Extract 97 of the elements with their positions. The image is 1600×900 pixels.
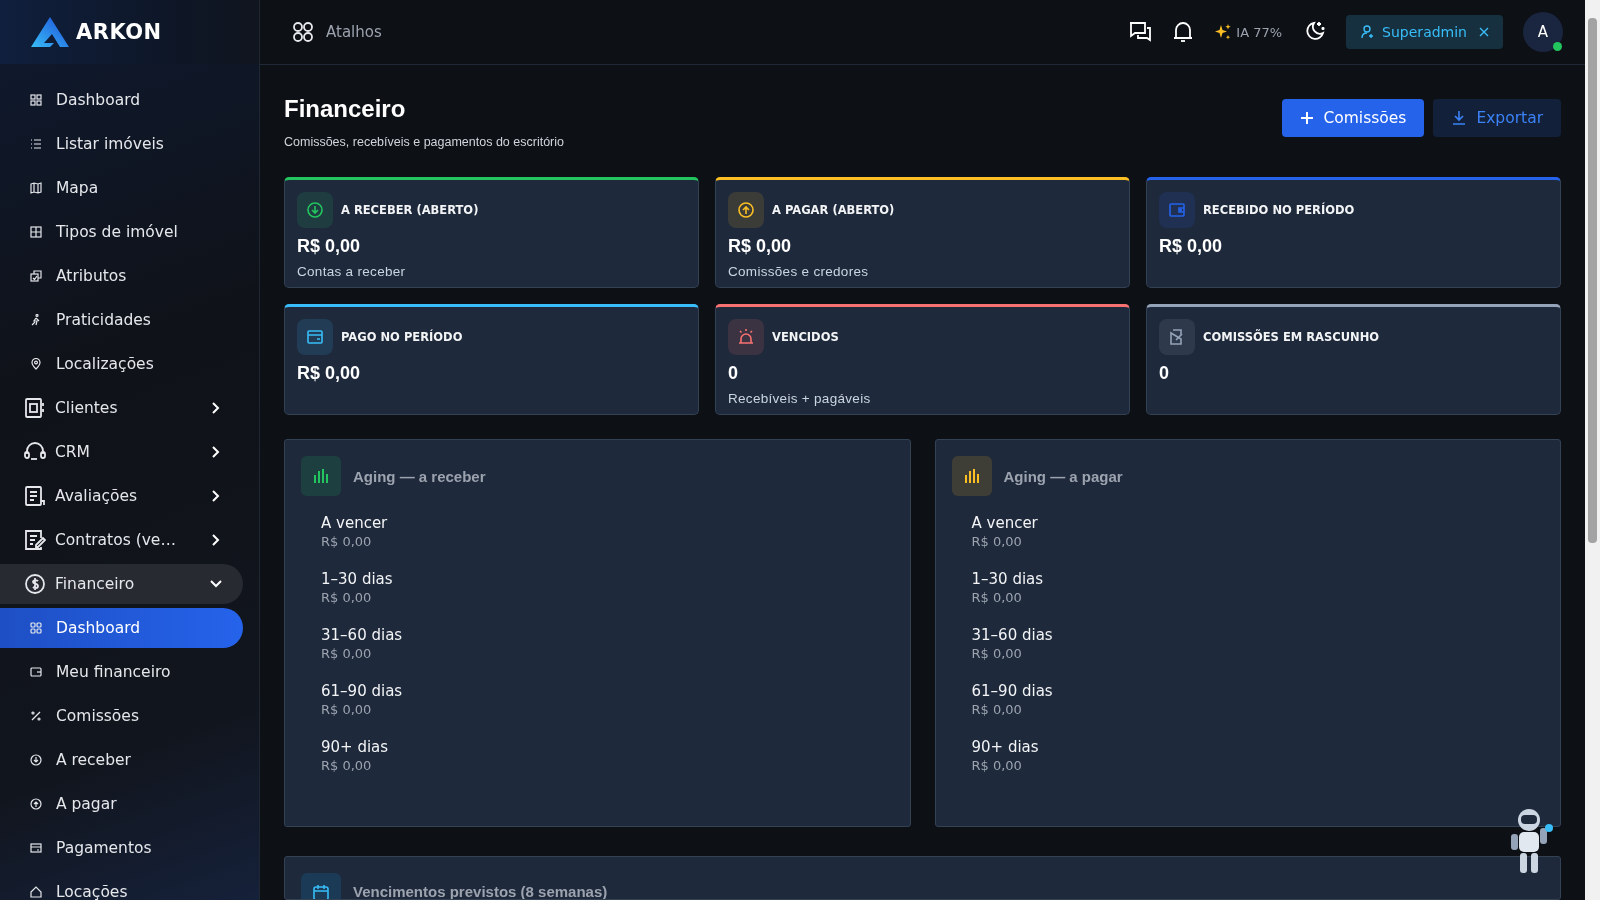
nav-item[interactable]: Localizações [0,344,243,384]
menu-item-icon [30,270,42,282]
card-icon [297,319,333,355]
menu-item-icon [30,842,42,854]
nav-item[interactable]: A receber [0,740,243,780]
nav-item[interactable]: Pagamentos [0,828,243,868]
metric-caption: Recebíveis + pagáveis [728,391,872,406]
menu-item-icon [30,754,42,766]
wallet-icon [1159,192,1195,228]
nav-item[interactable]: Comissões [0,696,243,736]
menu-item-icon [30,226,42,238]
nav-item[interactable]: Dashboard [0,80,243,120]
plus-icon [1300,111,1315,125]
menu-item-icon [24,573,46,595]
aging-amount: R$ 0,00 [321,590,373,605]
aging-amount: R$ 0,00 [971,646,1023,661]
metric-caption: Comissões e credores [728,264,870,279]
aging-amount: R$ 0,00 [321,702,373,717]
shortcuts-button[interactable]: Atalhos [292,21,382,43]
aging-label: 90+ dias [971,738,1040,756]
page-subtitle: Comissões, recebíveis e pagamentos do escritório [284,135,564,149]
nav-item[interactable]: A pagar [0,784,243,824]
metric-value: R$ 0,00 [297,363,362,384]
nav-item[interactable]: Clientes [0,388,243,428]
chat-icon[interactable] [1128,20,1153,44]
metric-title: PAGO NO PERÍODO [341,330,463,344]
aging-label: 1–30 dias [321,570,394,588]
avatar[interactable]: A [1523,12,1563,52]
metric-value: 0 [1159,363,1170,384]
menu-item-icon [30,798,42,810]
nav-item[interactable]: Tipos de imóvel [0,212,243,252]
grid-icon [292,21,314,43]
nav-item[interactable]: Locações [0,872,243,900]
menu-item-icon [30,666,42,678]
metric-value: R$ 0,00 [297,236,362,257]
nav-item[interactable]: Atributos [0,256,243,296]
nav-item[interactable]: Financeiro [0,564,243,604]
aging-label: 31–60 dias [321,626,404,644]
nav-item[interactable]: Praticidades [0,300,243,340]
aging-label: 61–90 dias [971,682,1054,700]
metric-title: A RECEBER (ABERTO) [341,203,479,217]
menu-item-icon [30,886,42,898]
aging-label: 31–60 dias [971,626,1054,644]
aging-amount: R$ 0,00 [971,590,1023,605]
download-icon [1451,110,1468,126]
menu-item-icon [30,358,42,370]
nav-item[interactable]: CRM [0,432,243,472]
metric-title: RECEBIDO NO PERÍODO [1203,203,1355,217]
metric-title: VENCIDOS [772,330,839,344]
ai-usage[interactable]: IA 77% [1214,23,1283,41]
menu-item-icon [30,622,42,634]
metric-caption: Contas a receber [297,264,407,279]
aging-label: 61–90 dias [321,682,404,700]
metric-title: A PAGAR (ABERTO) [772,203,895,217]
logo-icon [30,16,70,48]
metric-value: 0 [728,363,739,384]
nav-item[interactable]: Dashboard [0,608,243,648]
alarm-icon [728,319,764,355]
sparkle-icon [1214,23,1233,41]
aging-label: 90+ dias [321,738,390,756]
aging-amount: R$ 0,00 [321,758,373,773]
menu-item-icon [24,441,46,463]
nav-item[interactable]: Mapa [0,168,243,208]
metric-value: R$ 0,00 [1159,236,1224,257]
export-button[interactable]: Exportar [1433,99,1561,137]
close-icon[interactable] [1479,27,1489,37]
aging-label: 1–30 dias [971,570,1045,588]
menu-item-icon [24,485,46,507]
menu-item-icon [30,138,42,150]
nav-item[interactable]: Contratos (ve… [0,520,243,560]
notification-icon[interactable] [1172,20,1195,44]
aging-amount: R$ 0,00 [971,534,1023,549]
panel-title: Aging — a pagar [1003,467,1123,485]
add-button[interactable]: Comissões [1282,99,1425,137]
nav-item[interactable]: Meu financeiro [0,652,243,692]
menu-item-icon [30,314,42,326]
panel-title: Aging — a receber [353,467,486,485]
aging-label: A vencer [971,514,1039,532]
logo-text: ARKON [76,20,162,44]
aging-amount: R$ 0,00 [971,702,1023,717]
menu-item-icon [24,529,46,551]
role-chip: Superadmin [1346,15,1503,49]
scrollbar[interactable] [1585,0,1600,900]
menu-item-icon [24,397,46,419]
metric-value: R$ 0,00 [728,236,793,257]
nav-item[interactable]: Avaliações [0,476,243,516]
aging-label: A vencer [321,514,389,532]
aging-amount: R$ 0,00 [971,758,1023,773]
metric-title: COMISSÕES EM RASCUNHO [1203,330,1380,344]
page-title: Financeiro [284,95,407,123]
menu-item-icon [30,182,42,194]
aging-amount: R$ 0,00 [321,646,373,661]
draft-icon [1159,319,1195,355]
menu-item-icon [30,94,42,106]
aging-amount: R$ 0,00 [321,534,373,549]
nav-item[interactable]: Listar imóveis [0,124,243,164]
menu-item-icon [30,710,42,722]
